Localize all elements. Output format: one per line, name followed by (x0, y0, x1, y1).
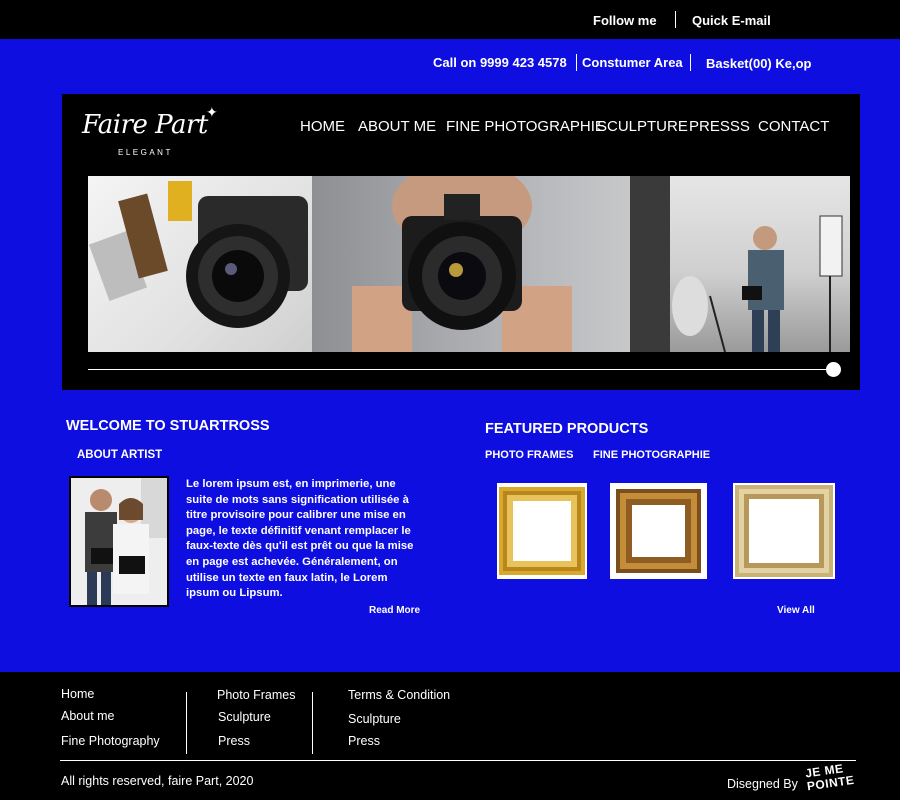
nav-sculpture[interactable]: SCULPTURE (597, 118, 688, 135)
product-frame-gold-classic[interactable] (610, 483, 707, 579)
footer-rule (60, 760, 856, 761)
divider (675, 11, 676, 28)
basket-link[interactable]: Basket(00) Ke,op (706, 56, 811, 71)
footer-link-home[interactable]: Home (61, 687, 94, 701)
studio-slide-image (630, 176, 850, 352)
consumer-area-link[interactable]: Constumer Area (582, 55, 683, 70)
logo-name: Faire Part (82, 110, 208, 140)
follow-me-link[interactable]: Follow me (593, 13, 657, 28)
artist-photo (69, 476, 169, 607)
slider-handle[interactable] (826, 362, 841, 377)
nav-home[interactable]: HOME (300, 118, 345, 135)
footer-link-press-2[interactable]: Press (348, 734, 380, 748)
product-frame-gold-baroque[interactable] (497, 483, 587, 579)
nav-contact[interactable]: CONTACT (758, 118, 829, 135)
divider (576, 54, 577, 71)
logo-tagline: ELEGANT (118, 148, 173, 157)
featured-products-heading: FEATURED PRODUCTS (485, 421, 649, 437)
tab-fine-photographie[interactable]: FINE PHOTOGRAPHIE (593, 449, 710, 461)
photographer-slide-image (312, 176, 630, 352)
footer-link-press[interactable]: Press (218, 734, 250, 748)
camera-slide-image (88, 176, 312, 352)
designer-logo[interactable]: JE ME POINTE (804, 761, 857, 793)
top-bar: Follow me Quick E-mail (0, 0, 900, 39)
read-more-link[interactable]: Read More (369, 605, 420, 616)
footer-link-photo-frames[interactable]: Photo Frames (217, 688, 296, 702)
tab-photo-frames[interactable]: PHOTO FRAMES (485, 449, 573, 461)
footer-divider (312, 692, 313, 754)
footer-link-sculpture-2[interactable]: Sculpture (348, 712, 401, 726)
quick-email-link[interactable]: Quick E-mail (692, 13, 771, 28)
footer-divider (186, 692, 187, 754)
welcome-heading: WELCOME TO STUARTROSS (66, 418, 270, 434)
nav-fine-photographie[interactable]: FINE PHOTOGRAPHIE (446, 118, 605, 135)
divider (690, 54, 691, 71)
footer-link-fine-photography[interactable]: Fine Photography (61, 734, 160, 748)
bird-icon: ✦ (206, 104, 218, 120)
nav-about-me[interactable]: ABOUT ME (358, 118, 436, 135)
site-logo[interactable]: Faire Part ✦ ELEGANT (82, 104, 242, 164)
footer-link-sculpture[interactable]: Sculpture (218, 710, 271, 724)
copyright-text: All rights reserved, faire Part, 2020 (61, 774, 254, 788)
about-artist-heading: ABOUT ARTIST (77, 449, 163, 461)
artist-description: Le lorem ipsum est, en imprimerie, une s… (186, 478, 414, 600)
footer-link-terms[interactable]: Terms & Condition (348, 688, 450, 702)
slider-track (88, 369, 826, 370)
header-panel: Faire Part ✦ ELEGANT HOME ABOUT ME FINE … (62, 94, 860, 390)
designed-by-label: Disegned By (727, 777, 798, 791)
view-all-link[interactable]: View All (777, 605, 815, 616)
nav-press[interactable]: PRESSS (689, 118, 750, 135)
footer: Home About me Fine Photography Photo Fra… (0, 672, 900, 800)
footer-link-about-me[interactable]: About me (61, 709, 115, 723)
call-number-link[interactable]: Call on 9999 423 4578 (433, 55, 567, 70)
hero-slider[interactable] (88, 176, 850, 352)
product-frame-ornate-silver[interactable] (733, 483, 835, 579)
